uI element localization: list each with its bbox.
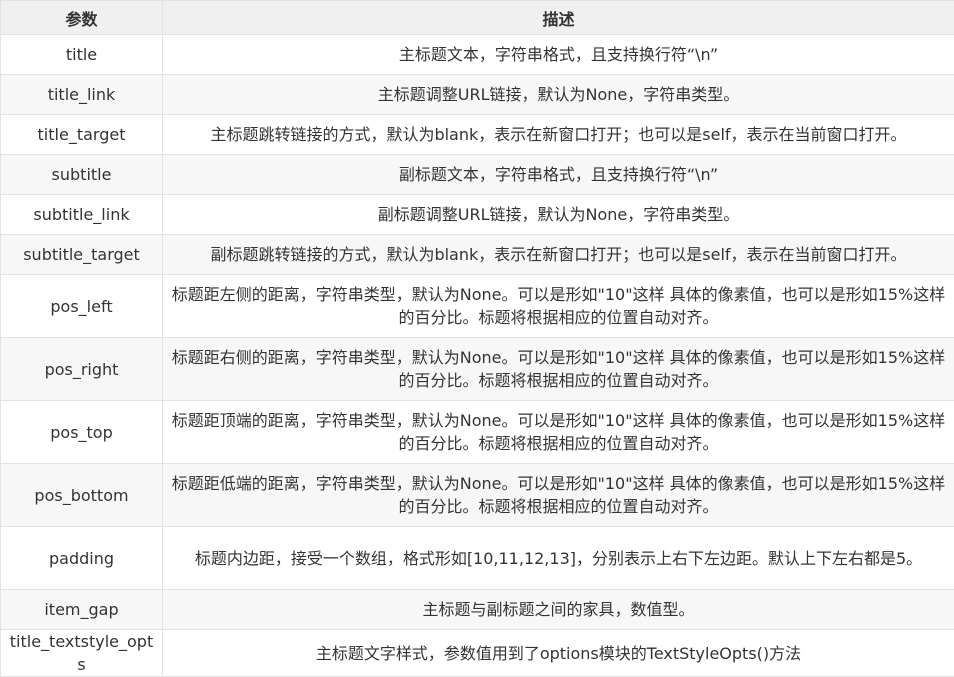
param-cell: subtitle_target — [1, 235, 163, 275]
table-row: item_gap 主标题与副标题之间的家具，数值型。 — [1, 590, 954, 630]
param-cell: pos_bottom — [1, 464, 163, 527]
table-row: title 主标题文本，字符串格式，且支持换行符“\n” — [1, 35, 954, 75]
table-row: pos_right 标题距右侧的距离，字符串类型，默认为None。可以是形如"1… — [1, 338, 954, 401]
desc-cell: 主标题与副标题之间的家具，数值型。 — [163, 590, 954, 630]
table-row: subtitle_link 副标题调整URL链接，默认为None，字符串类型。 — [1, 195, 954, 235]
table-row: subtitle_target 副标题跳转链接的方式，默认为blank，表示在新… — [1, 235, 954, 275]
table-row: title_link 主标题调整URL链接，默认为None，字符串类型。 — [1, 75, 954, 115]
desc-cell: 标题距低端的距离，字符串类型，默认为None。可以是形如"10"这样 具体的像素… — [163, 464, 954, 527]
table-row: pos_left 标题距左侧的距离，字符串类型，默认为None。可以是形如"10… — [1, 275, 954, 338]
table-row: padding 标题内边距，接受一个数组，格式形如[10,11,12,13]，分… — [1, 527, 954, 590]
params-table: 参数 描述 title 主标题文本，字符串格式，且支持换行符“\n” title… — [0, 0, 954, 677]
table-row: subtitle 副标题文本，字符串格式，且支持换行符“\n” — [1, 155, 954, 195]
header-param: 参数 — [1, 1, 163, 35]
desc-cell: 主标题跳转链接的方式，默认为blank，表示在新窗口打开；也可以是self，表示… — [163, 115, 954, 155]
desc-cell: 标题距顶端的距离，字符串类型，默认为None。可以是形如"10"这样 具体的像素… — [163, 401, 954, 464]
desc-cell: 标题内边距，接受一个数组，格式形如[10,11,12,13]，分别表示上右下左边… — [163, 527, 954, 590]
table-row: title_textstyle_opts 主标题文字样式，参数值用到了optio… — [1, 630, 954, 677]
param-cell: title_link — [1, 75, 163, 115]
desc-cell: 副标题调整URL链接，默认为None，字符串类型。 — [163, 195, 954, 235]
header-desc: 描述 — [163, 1, 954, 35]
table-row: pos_bottom 标题距低端的距离，字符串类型，默认为None。可以是形如"… — [1, 464, 954, 527]
param-cell: padding — [1, 527, 163, 590]
param-cell: pos_right — [1, 338, 163, 401]
desc-cell: 标题距左侧的距离，字符串类型，默认为None。可以是形如"10"这样 具体的像素… — [163, 275, 954, 338]
param-cell: subtitle — [1, 155, 163, 195]
table-row: title_target 主标题跳转链接的方式，默认为blank，表示在新窗口打… — [1, 115, 954, 155]
param-cell: pos_left — [1, 275, 163, 338]
param-cell: pos_top — [1, 401, 163, 464]
desc-cell: 标题距右侧的距离，字符串类型，默认为None。可以是形如"10"这样 具体的像素… — [163, 338, 954, 401]
param-cell: title_target — [1, 115, 163, 155]
param-cell: title — [1, 35, 163, 75]
desc-cell: 主标题文本，字符串格式，且支持换行符“\n” — [163, 35, 954, 75]
desc-cell: 副标题跳转链接的方式，默认为blank，表示在新窗口打开；也可以是self，表示… — [163, 235, 954, 275]
desc-cell: 主标题调整URL链接，默认为None，字符串类型。 — [163, 75, 954, 115]
param-cell: subtitle_link — [1, 195, 163, 235]
param-cell: title_textstyle_opts — [1, 630, 163, 677]
table-row: pos_top 标题距顶端的距离，字符串类型，默认为None。可以是形如"10"… — [1, 401, 954, 464]
desc-cell: 主标题文字样式，参数值用到了options模块的TextStyleOpts()方… — [163, 630, 954, 677]
header-row: 参数 描述 — [1, 1, 954, 35]
desc-cell: 副标题文本，字符串格式，且支持换行符“\n” — [163, 155, 954, 195]
param-cell: item_gap — [1, 590, 163, 630]
